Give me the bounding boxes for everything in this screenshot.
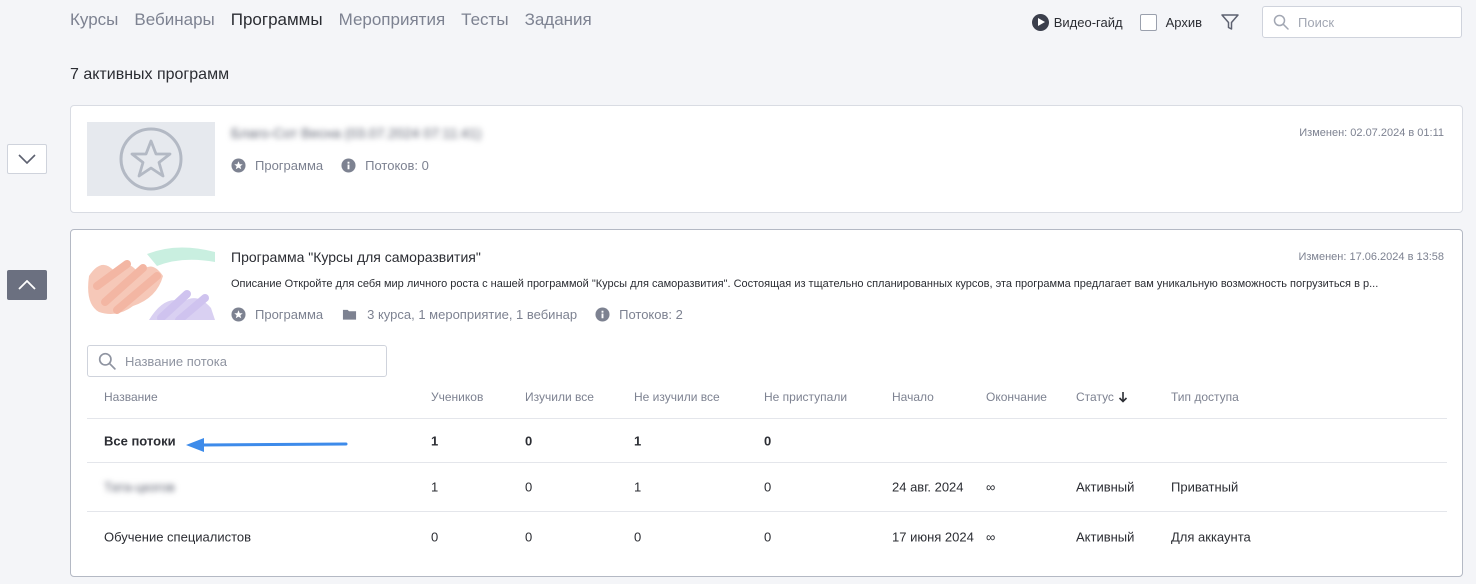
program-name[interactable]: Программа "Курсы для саморазвития" — [231, 249, 481, 265]
students-count: 1 — [431, 479, 439, 495]
program-cover-image — [88, 247, 215, 320]
streams-count: Потоков: 0 — [365, 158, 429, 173]
status: Активный — [1076, 479, 1135, 495]
program-card-expanded: Программа "Курсы для саморазвития" Измен… — [70, 229, 1463, 577]
tab-assignments[interactable]: Задания — [525, 10, 592, 30]
students-count: 1 — [431, 433, 439, 448]
col-name[interactable]: Название — [104, 390, 158, 404]
modified-date: Изменен: 02.07.2024 в 01:11 — [1299, 127, 1444, 139]
not-studied-all-count: 1 — [634, 479, 642, 495]
studied-all-count: 0 — [525, 479, 533, 495]
program-thumbnail — [87, 122, 215, 196]
table-row-all-streams[interactable]: Все потоки 1 0 1 0 — [87, 419, 1447, 463]
start-date: 17 июня 2024 — [892, 529, 974, 544]
col-start[interactable]: Начало — [892, 390, 934, 404]
search-input[interactable] — [1298, 14, 1448, 30]
col-end[interactable]: Окончание — [986, 390, 1047, 404]
top-nav: Курсы Вебинары Программы Мероприятия Тес… — [70, 10, 592, 30]
not-studied-all-count: 1 — [634, 433, 642, 448]
stream-search-input[interactable] — [125, 353, 375, 369]
search-box[interactable] — [1262, 6, 1462, 38]
play-icon — [1031, 13, 1049, 31]
stream-name: Все потоки — [104, 433, 176, 448]
tab-events[interactable]: Мероприятия — [339, 10, 446, 30]
col-status[interactable]: Статус — [1076, 390, 1128, 404]
students-count: 0 — [431, 529, 439, 544]
table-row[interactable]: Тата-цкогов 1 0 1 0 24 авг. 2024 ∞ Актив… — [87, 463, 1447, 512]
program-streams: Потоков: 0 — [341, 158, 429, 173]
end-date: ∞ — [986, 529, 996, 544]
chevron-up-icon — [18, 280, 36, 290]
filter-icon[interactable] — [1220, 12, 1240, 32]
star-badge-icon — [231, 307, 246, 322]
tab-programs[interactable]: Программы — [231, 10, 323, 30]
start-date: 24 авг. 2024 — [892, 479, 964, 495]
program-description: Описание Откройте для себя мир личного р… — [231, 278, 1379, 290]
program-contents-label: 3 курса, 1 мероприятие, 1 вебинар — [367, 307, 578, 322]
program-type-label: Программа — [255, 307, 324, 322]
tab-tests[interactable]: Тесты — [461, 10, 508, 30]
program-name[interactable]: Благо-Сот Весна (03.07.2024 07:11:41) — [231, 125, 481, 141]
program-thumbnail — [87, 246, 215, 320]
collapse-program-button[interactable] — [7, 270, 47, 300]
archive-label: Архив — [1165, 14, 1202, 30]
modified-date: Изменен: 17.06.2024 в 13:58 — [1298, 251, 1444, 263]
end-date: ∞ — [986, 479, 996, 495]
toolbar: Видео-гайд Архив — [1031, 6, 1462, 38]
program-contents: 3 курса, 1 мероприятие, 1 вебинар — [341, 307, 577, 322]
col-students[interactable]: Учеников — [431, 390, 483, 404]
col-studied-all[interactable]: Изучили все — [525, 390, 594, 404]
program-type-label: Программа — [255, 158, 324, 173]
sort-down-icon — [1118, 391, 1128, 403]
program-meta: Программа Потоков: 0 — [231, 158, 447, 173]
not-studied-all-count: 0 — [634, 529, 642, 544]
studied-all-count: 0 — [525, 529, 533, 544]
access-type: Приватный — [1171, 479, 1239, 495]
studied-all-count: 0 — [525, 433, 533, 448]
stream-name: Обучение специалистов — [104, 529, 252, 544]
folder-icon — [343, 309, 357, 320]
archive-toggle[interactable]: Архив — [1139, 13, 1202, 31]
chevron-down-icon — [18, 154, 36, 164]
star-icon — [119, 127, 183, 191]
page-title: 7 активных программ — [70, 66, 230, 83]
status: Активный — [1076, 529, 1135, 544]
video-guide-button[interactable]: Видео-гайд — [1031, 13, 1123, 31]
program-card[interactable]: Благо-Сот Весна (03.07.2024 07:11:41) Из… — [70, 105, 1463, 213]
col-access[interactable]: Тип доступа — [1171, 390, 1239, 404]
table-row[interactable]: Обучение специалистов 0 0 0 0 17 июня 20… — [87, 512, 1447, 561]
streams-table: Название Учеников Изучили все Не изучили… — [87, 375, 1447, 561]
search-icon — [98, 352, 116, 370]
not-started-count: 0 — [764, 479, 772, 495]
col-status-label: Статус — [1076, 389, 1114, 404]
star-badge-icon — [231, 158, 246, 173]
stream-name: Тата-цкогов — [104, 479, 175, 495]
info-icon — [341, 158, 356, 173]
table-header: Название Учеников Изучили все Не изучили… — [87, 375, 1447, 419]
tab-courses[interactable]: Курсы — [70, 10, 118, 30]
program-type: Программа — [231, 158, 323, 173]
col-not-studied-all[interactable]: Не изучили все — [634, 390, 720, 404]
streams-count: Потоков: 2 — [619, 307, 683, 322]
program-type: Программа — [231, 307, 323, 322]
archive-checkbox[interactable] — [1139, 13, 1157, 31]
program-streams: Потоков: 2 — [595, 307, 683, 322]
not-started-count: 0 — [764, 433, 772, 448]
access-type: Для аккаунта — [1171, 529, 1251, 544]
not-started-count: 0 — [764, 529, 772, 544]
video-guide-label: Видео-гайд — [1053, 14, 1123, 30]
col-not-started[interactable]: Не приступали — [764, 390, 847, 404]
program-meta: Программа 3 курса, 1 мероприятие, 1 веби… — [231, 307, 701, 322]
info-icon — [595, 307, 610, 322]
tab-webinars[interactable]: Вебинары — [134, 10, 214, 30]
stream-search-box[interactable] — [87, 345, 387, 377]
search-icon — [1273, 14, 1289, 30]
expand-program-button[interactable] — [7, 144, 47, 174]
